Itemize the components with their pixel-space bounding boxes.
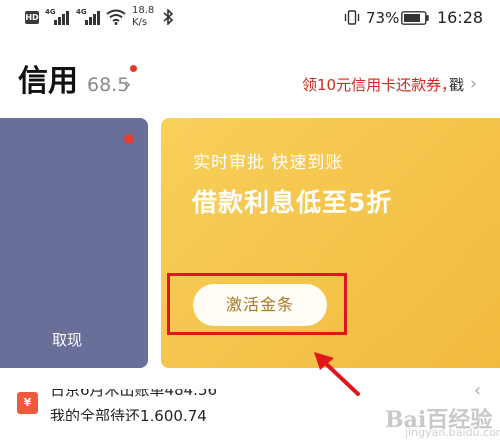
cellular-signal-icon: 4G [45,8,75,26]
battery-icon [401,11,429,25]
card-notification-dot [124,134,134,144]
promo-chevron-icon[interactable]: › [470,74,477,94]
notification-dot [130,65,137,72]
battery-percent: 73% [366,9,400,27]
bill-total-line[interactable]: 我的全部待还1,600.74 [50,406,207,421]
page-title: 信用 [18,64,78,99]
vibrate-icon [344,10,360,25]
annotation-highlight-box [167,273,347,335]
wifi-icon [106,9,126,25]
network-speed-value: 18.8 [132,5,155,16]
bill-chevron-icon[interactable]: ‹ [474,380,481,402]
status-bar: HD 4G 4G 18.8 K/s 73% 16:28 [0,0,500,40]
bluetooth-icon [163,9,174,25]
card-headline: 借款利息低至5折 [192,188,393,217]
network-speed: 18.8 K/s [132,5,154,29]
chevron-right-icon[interactable]: › [124,73,131,97]
card-subtitle: 实时审批 快速到账 [193,153,344,173]
clock: 16:28 [437,8,484,27]
watermark-domain: jingyan.baidu.com [405,426,500,439]
annotation-arrow-icon [314,352,360,396]
bill-summary-line[interactable]: 日京6月木出账单484.56 [50,389,217,400]
network-speed-unit: K/s [132,17,148,28]
cellular-signal-icon-2: 4G [76,8,106,26]
promo-link-tap[interactable]: 戳 [449,75,464,95]
bill-yen-icon: ¥ [17,392,38,414]
credit-score[interactable]: 68.5 [87,73,129,97]
hd-badge: HD [25,11,39,24]
promo-link[interactable]: 领10元信用卡还款券， [302,75,456,95]
withdraw-label[interactable]: 取现 [52,330,82,350]
